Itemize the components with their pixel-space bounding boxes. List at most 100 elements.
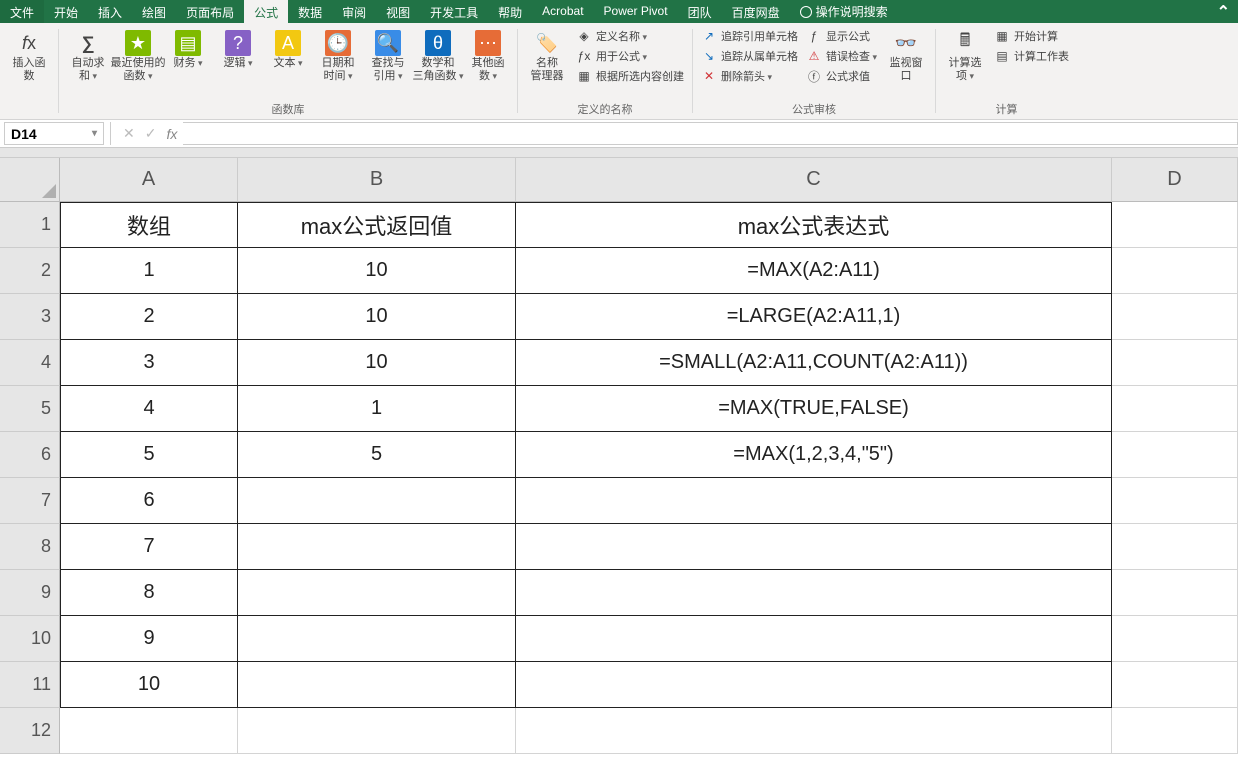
menu-team[interactable]: 团队 [678, 0, 722, 23]
cell-D3[interactable] [1112, 294, 1238, 340]
row-header[interactable]: 5 [0, 386, 60, 432]
menu-help[interactable]: 帮助 [488, 0, 532, 23]
col-header-B[interactable]: B [238, 158, 516, 202]
trace-dependents-button[interactable]: ↘追踪从属单元格 [699, 47, 800, 65]
cell-B11[interactable] [238, 662, 516, 708]
cell-C3[interactable]: =LARGE(A2:A11,1) [516, 294, 1112, 340]
row-header[interactable]: 6 [0, 432, 60, 478]
row-header[interactable]: 11 [0, 662, 60, 708]
cell-A3[interactable]: 2 [60, 294, 238, 340]
cell-D12[interactable] [1112, 708, 1238, 754]
cell-A2[interactable]: 1 [60, 248, 238, 294]
cell-C2[interactable]: =MAX(A2:A11) [516, 248, 1112, 294]
cell-C6[interactable]: =MAX(1,2,3,4,"5") [516, 432, 1112, 478]
cell-B5[interactable]: 1 [238, 386, 516, 432]
row-header[interactable]: 1 [0, 202, 60, 248]
error-check-button[interactable]: ⚠错误检查 [804, 47, 879, 65]
cell-A11[interactable]: 10 [60, 662, 238, 708]
cell-D11[interactable] [1112, 662, 1238, 708]
menu-devtools[interactable]: 开发工具 [420, 0, 488, 23]
calc-now-button[interactable]: ▦开始计算 [992, 27, 1071, 45]
datetime-button[interactable]: 🕒 日期和时间 [315, 27, 361, 84]
logical-button[interactable]: ? 逻辑 [215, 27, 261, 84]
cell-B3[interactable]: 10 [238, 294, 516, 340]
cell-D10[interactable] [1112, 616, 1238, 662]
trace-precedents-button[interactable]: ↗追踪引用单元格 [699, 27, 800, 45]
row-header[interactable]: 3 [0, 294, 60, 340]
cell-C8[interactable] [516, 524, 1112, 570]
menu-insert[interactable]: 插入 [88, 0, 132, 23]
cell-B9[interactable] [238, 570, 516, 616]
row-header[interactable]: 2 [0, 248, 60, 294]
row-header[interactable]: 9 [0, 570, 60, 616]
menu-acrobat[interactable]: Acrobat [532, 0, 593, 23]
cell-A9[interactable]: 8 [60, 570, 238, 616]
cell-D2[interactable] [1112, 248, 1238, 294]
cell-D4[interactable] [1112, 340, 1238, 386]
define-name-button[interactable]: ◈定义名称 [574, 27, 686, 45]
autosum-button[interactable]: ∑ 自动求和 [65, 27, 111, 84]
cell-C1[interactable]: max公式表达式 [516, 202, 1112, 248]
confirm-icon[interactable]: ✓ [145, 125, 157, 142]
cell-A8[interactable]: 7 [60, 524, 238, 570]
menu-powerpivot[interactable]: Power Pivot [594, 0, 678, 23]
ribbon-collapse[interactable]: ⌃ [1209, 0, 1238, 23]
cell-C11[interactable] [516, 662, 1112, 708]
name-manager-button[interactable]: 🏷️ 名称 管理器 [524, 27, 570, 85]
col-header-D[interactable]: D [1112, 158, 1238, 202]
calc-sheet-button[interactable]: ▤计算工作表 [992, 47, 1071, 65]
cell-B1[interactable]: max公式返回值 [238, 202, 516, 248]
name-box[interactable]: D14 ▾ [4, 122, 104, 145]
cell-A10[interactable]: 9 [60, 616, 238, 662]
use-formula-button[interactable]: ƒx用于公式 [574, 47, 686, 65]
fx-bar-icon[interactable]: fx [166, 126, 177, 142]
cell-B4[interactable]: 10 [238, 340, 516, 386]
evaluate-formula-button[interactable]: ⓕ公式求值 [804, 67, 879, 85]
calc-options-button[interactable]: 🖩 计算选项 [942, 27, 988, 84]
cell-A4[interactable]: 3 [60, 340, 238, 386]
menu-formulas[interactable]: 公式 [244, 0, 288, 23]
row-header[interactable]: 12 [0, 708, 60, 754]
cell-B8[interactable] [238, 524, 516, 570]
cell-C12[interactable] [516, 708, 1112, 754]
cell-B2[interactable]: 10 [238, 248, 516, 294]
cell-C7[interactable] [516, 478, 1112, 524]
row-header[interactable]: 7 [0, 478, 60, 524]
cell-A1[interactable]: 数组 [60, 202, 238, 248]
row-header[interactable]: 4 [0, 340, 60, 386]
show-formulas-button[interactable]: ƒ显示公式 [804, 27, 879, 45]
recent-button[interactable]: ★ 最近使用的 函数 [115, 27, 161, 84]
cell-B7[interactable] [238, 478, 516, 524]
cell-A7[interactable]: 6 [60, 478, 238, 524]
more-button[interactable]: ⋯ 其他函数 [465, 27, 511, 84]
cell-A12[interactable] [60, 708, 238, 754]
cell-D7[interactable] [1112, 478, 1238, 524]
cell-D9[interactable] [1112, 570, 1238, 616]
cell-A5[interactable]: 4 [60, 386, 238, 432]
menu-draw[interactable]: 绘图 [132, 0, 176, 23]
name-box-dropdown-icon[interactable]: ▾ [92, 128, 97, 139]
menu-home[interactable]: 开始 [44, 0, 88, 23]
text-button[interactable]: A 文本 [265, 27, 311, 84]
menu-review[interactable]: 审阅 [332, 0, 376, 23]
col-header-C[interactable]: C [516, 158, 1112, 202]
menu-baidu[interactable]: 百度网盘 [722, 0, 790, 23]
cell-C10[interactable] [516, 616, 1112, 662]
cell-C5[interactable]: =MAX(TRUE,FALSE) [516, 386, 1112, 432]
cell-D6[interactable] [1112, 432, 1238, 478]
insert-function-button[interactable]: fx 插入函数 [6, 27, 52, 84]
cell-B6[interactable]: 5 [238, 432, 516, 478]
select-all-corner[interactable] [0, 158, 60, 202]
col-header-A[interactable]: A [60, 158, 238, 202]
lookup-button[interactable]: 🔍 查找与引用 [365, 27, 411, 84]
financial-button[interactable]: ▤ 财务 [165, 27, 211, 84]
formula-input[interactable] [183, 122, 1238, 145]
cell-A6[interactable]: 5 [60, 432, 238, 478]
row-header[interactable]: 10 [0, 616, 60, 662]
cell-D8[interactable] [1112, 524, 1238, 570]
tell-me[interactable]: 操作说明搜索 [790, 0, 898, 23]
cell-D5[interactable] [1112, 386, 1238, 432]
watch-window-button[interactable]: 👓 监视窗口 [883, 27, 929, 85]
menu-pagelayout[interactable]: 页面布局 [176, 0, 244, 23]
cell-B12[interactable] [238, 708, 516, 754]
